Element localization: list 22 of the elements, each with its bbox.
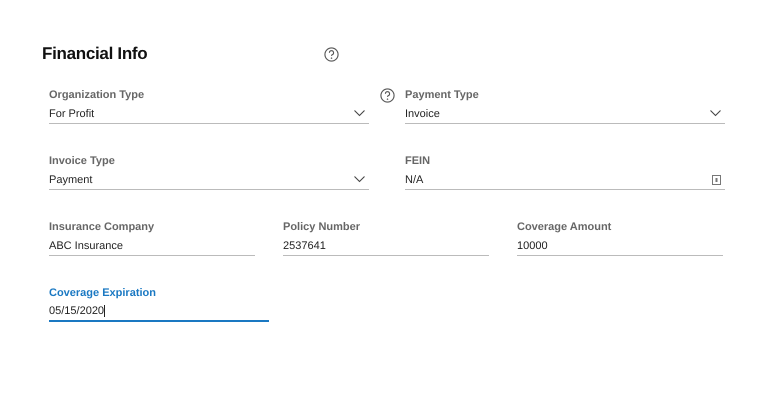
text-field[interactable]: N/A <box>405 168 725 190</box>
field-label: Invoice Type <box>49 154 116 168</box>
text-field[interactable]: 05/15/2020 <box>49 300 269 322</box>
chevron-down-icon <box>354 110 365 117</box>
field-label: Coverage Expiration <box>49 286 157 300</box>
dropdown-field[interactable]: Payment <box>49 168 369 190</box>
dropdown-field[interactable]: Invoice <box>405 102 725 124</box>
dropdown-field[interactable]: For Profit <box>49 102 369 124</box>
field-label: Coverage Amount <box>517 220 612 234</box>
chevron-down-icon <box>354 176 365 183</box>
text-field[interactable]: 10000 <box>517 234 723 256</box>
help-icon[interactable] <box>380 88 394 103</box>
field-label: Organization Type <box>49 88 146 102</box>
chevron-down-icon <box>710 110 721 117</box>
help-icon[interactable] <box>324 46 339 62</box>
text-field[interactable]: 2537641 <box>283 234 489 256</box>
field-label: Payment Type <box>405 88 480 102</box>
field-label: FEIN <box>405 154 432 168</box>
text-field[interactable]: ABC Insurance <box>49 234 255 256</box>
field-label: Policy Number <box>283 220 362 234</box>
section-title: Financial Info <box>42 44 148 64</box>
field-label: Insurance Company <box>49 220 156 234</box>
